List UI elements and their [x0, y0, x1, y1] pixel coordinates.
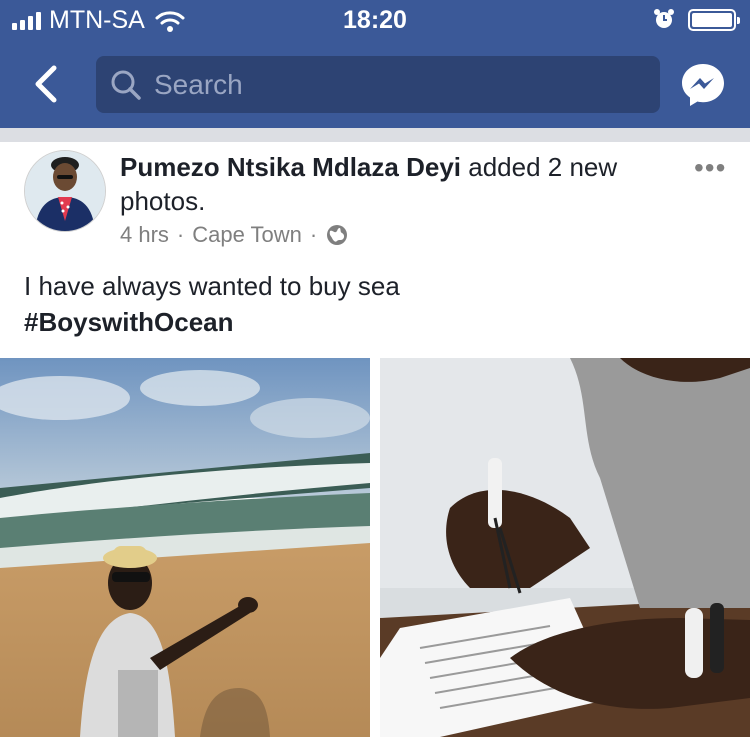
more-options-icon[interactable]: •••	[694, 152, 726, 184]
alarm-icon	[654, 9, 674, 28]
hashtag-link[interactable]: #BoyswithOcean	[24, 304, 400, 340]
beach-photo[interactable]	[0, 358, 370, 737]
clock: 18:20	[343, 6, 407, 34]
signing-document-photo[interactable]	[380, 358, 750, 737]
messenger-icon[interactable]	[680, 62, 726, 108]
nav-bar: Search	[0, 40, 750, 128]
avatar[interactable]	[24, 150, 106, 232]
author-name[interactable]: Pumezo Ntsika Mdlaza Deyi	[120, 152, 461, 182]
post-time[interactable]: 4 hrs	[120, 222, 169, 248]
search-input[interactable]: Search	[96, 56, 660, 113]
post-meta: 4 hrs · Cape Town ·	[120, 222, 349, 248]
back-icon[interactable]	[28, 60, 64, 108]
feed-separator	[0, 128, 750, 142]
status-bar: MTN-SA 18:20	[0, 0, 750, 40]
globe-icon	[327, 225, 348, 245]
post-location[interactable]: Cape Town	[192, 222, 302, 248]
post-header: Pumezo Ntsika Mdlaza Deyi added 2 new ph…	[120, 150, 680, 218]
battery-icon	[688, 9, 740, 31]
search-placeholder: Search	[154, 69, 243, 100]
search-icon	[111, 70, 141, 100]
post-text: I have always wanted to buy sea #Boyswit…	[24, 268, 400, 340]
post-body: I have always wanted to buy sea	[24, 271, 400, 301]
